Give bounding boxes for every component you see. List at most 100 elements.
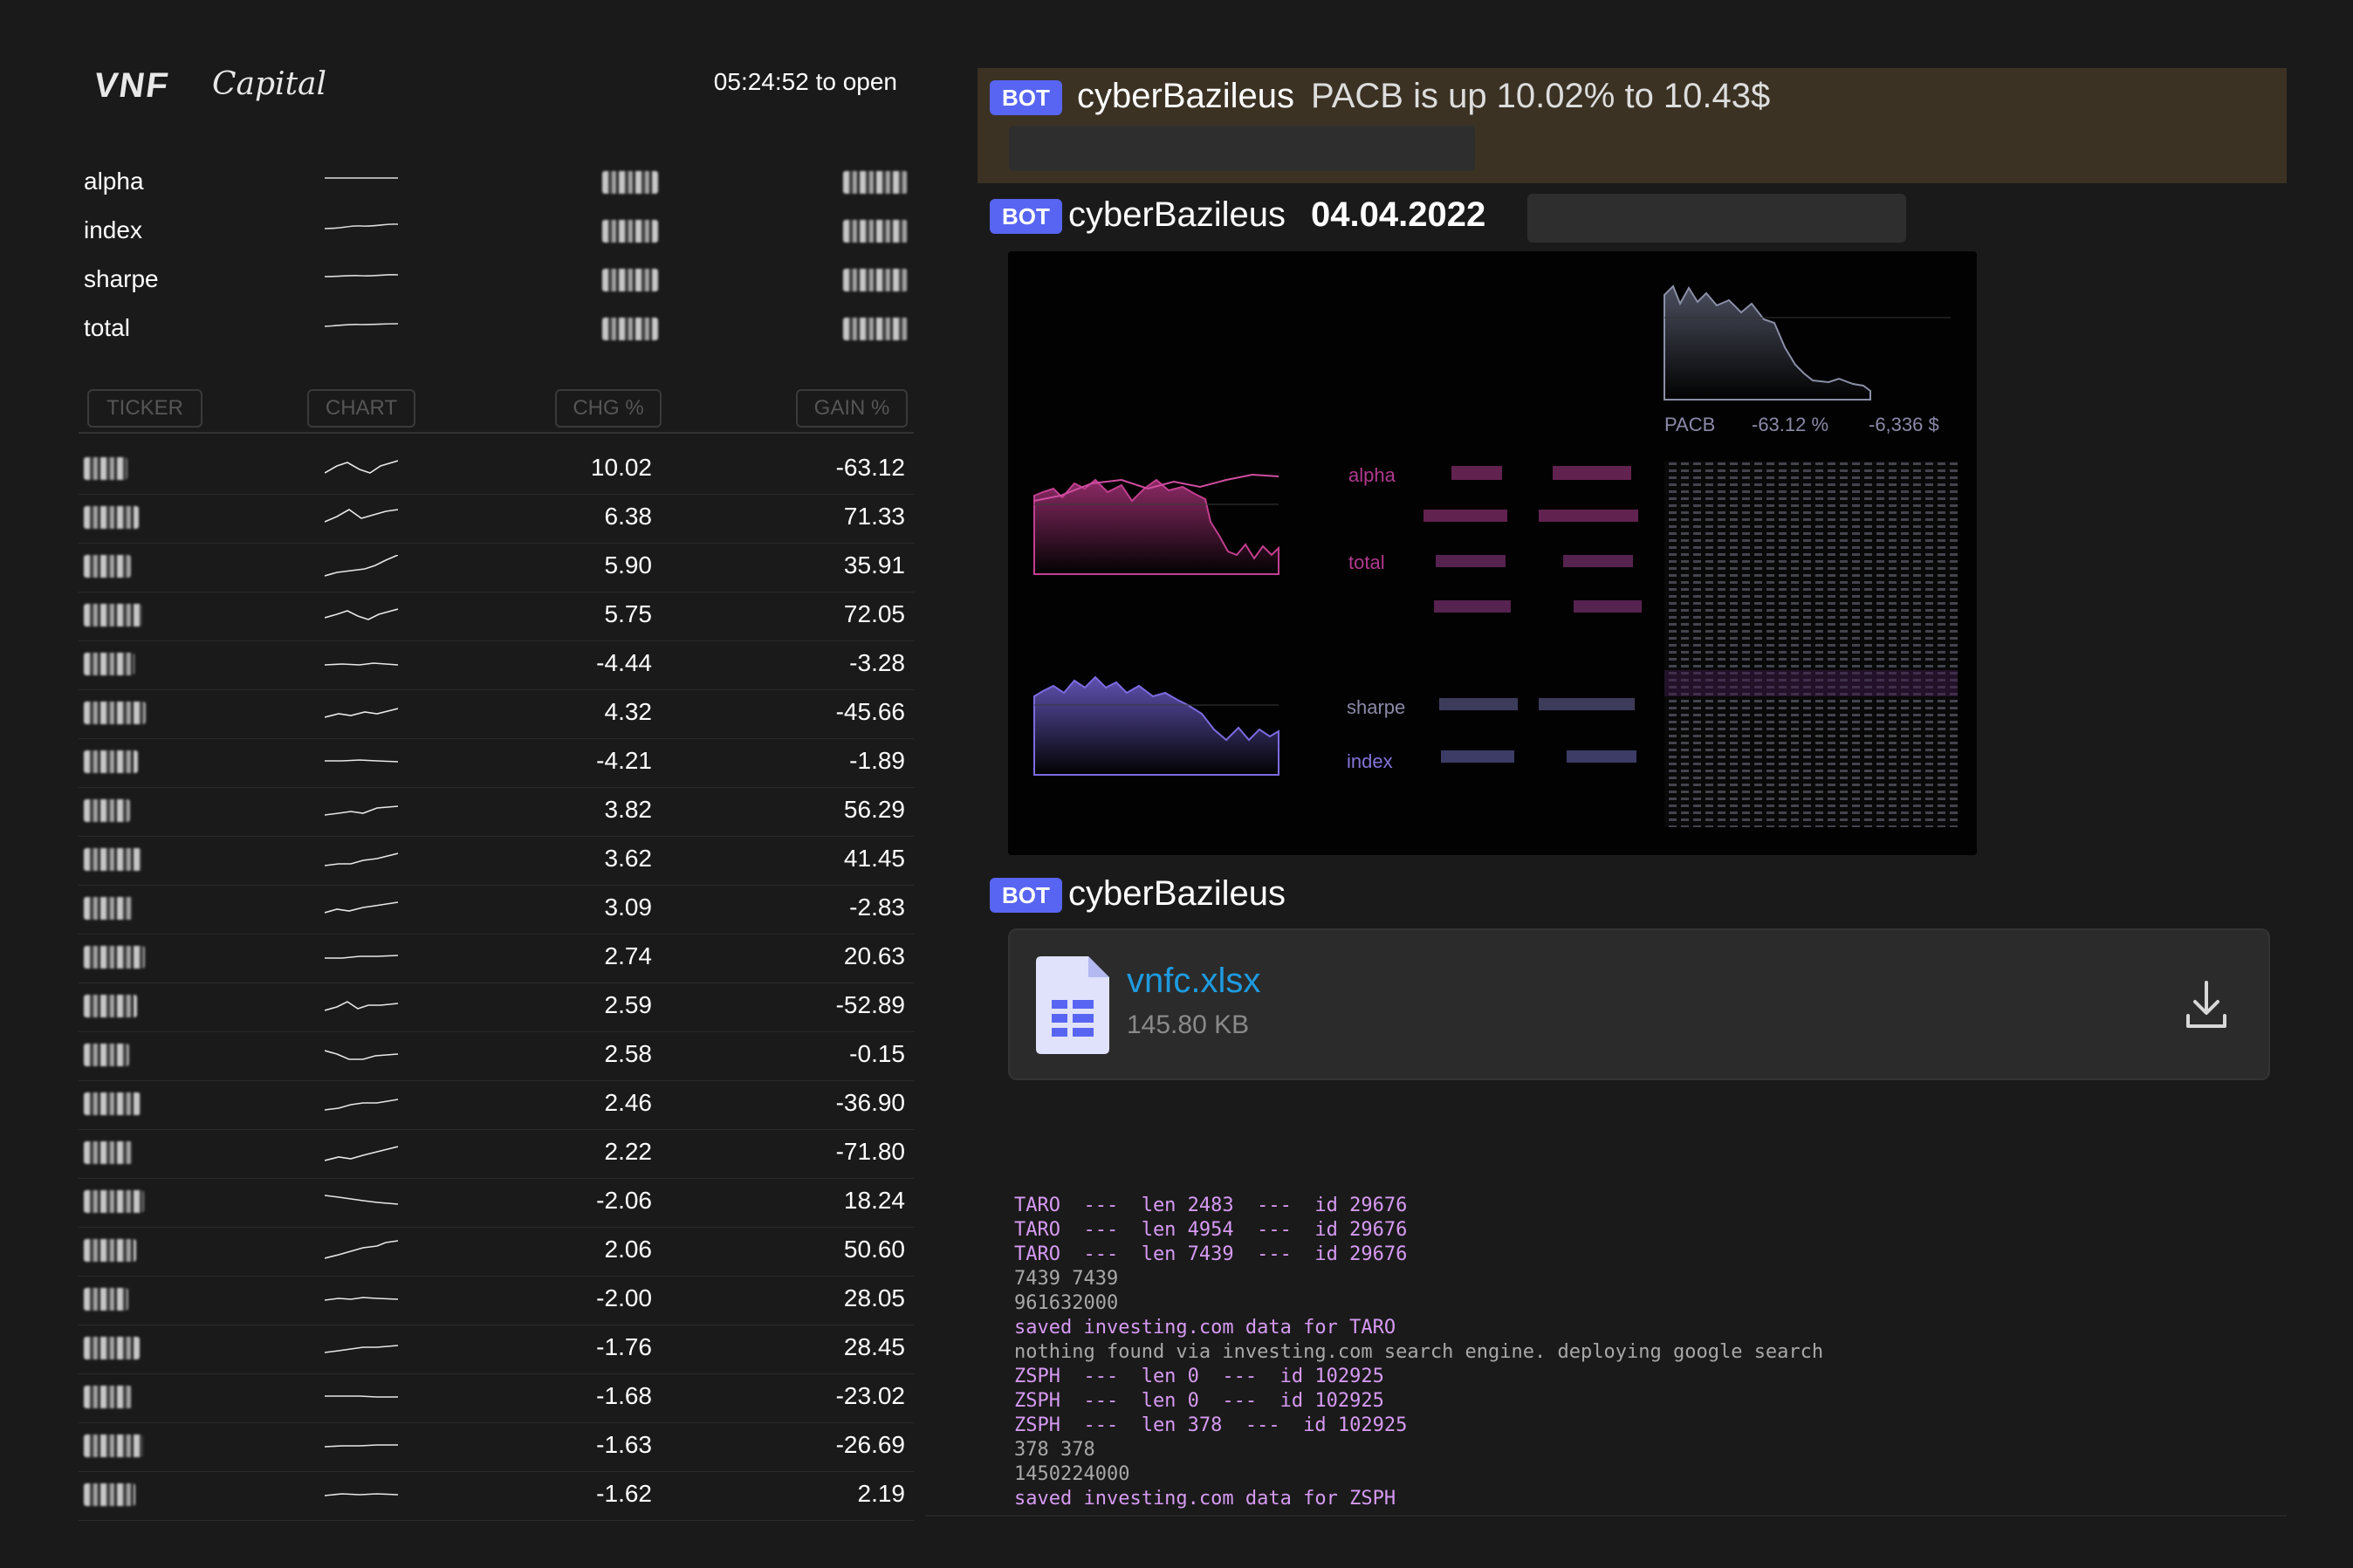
stat-row-total: total [84, 307, 909, 356]
table-header: TICKER CHART CHG % GAIN % [84, 389, 909, 428]
table-row[interactable]: 2.74 20.63 [79, 934, 914, 983]
table-row[interactable]: -1.62 2.19 [79, 1471, 914, 1521]
spreadsheet-file-icon [1036, 956, 1109, 1054]
table-row[interactable]: 5.75 72.05 [79, 592, 914, 641]
table-row[interactable]: -4.44 -3.28 [79, 640, 914, 690]
table-row[interactable]: 3.09 -2.83 [79, 885, 914, 935]
table-row[interactable]: 10.02 -63.12 [79, 445, 914, 495]
row-sparkline [325, 509, 398, 523]
gain-value: 56.29 [843, 796, 905, 823]
chg-value: 6.38 [604, 503, 653, 530]
stat-label: alpha [84, 168, 144, 195]
chg-value: -2.06 [596, 1187, 652, 1214]
row-sparkline [325, 1240, 398, 1259]
table-row[interactable]: 2.06 50.60 [79, 1227, 914, 1277]
table-row[interactable]: 3.62 41.45 [79, 836, 914, 886]
ticker-column-header[interactable]: TICKER [87, 389, 202, 428]
chg-value: -1.76 [596, 1333, 652, 1360]
redacted-value [843, 318, 908, 340]
chg-value: -1.68 [596, 1382, 652, 1409]
gain-value: -63.12 [835, 454, 905, 481]
row-sparkline [325, 555, 398, 577]
table-row[interactable]: -2.00 28.05 [79, 1276, 914, 1325]
gain-value: -26.69 [835, 1431, 905, 1458]
table-row[interactable]: 6.38 71.33 [79, 494, 914, 544]
console-line: 1450224000 [1014, 1463, 1130, 1485]
table-row[interactable]: -2.06 18.24 [79, 1178, 914, 1228]
table-row[interactable]: -1.63 -26.69 [79, 1422, 914, 1472]
username[interactable]: cyberBazileus [1077, 77, 1294, 116]
redacted-ticker [84, 897, 134, 920]
file-name-link[interactable]: vnfc.xlsx [1127, 962, 1260, 1001]
pacb-area [1664, 284, 1871, 401]
table-row[interactable]: -1.76 28.45 [79, 1325, 914, 1374]
console-line: ZSPH --- len 0 --- id 102925 [1014, 1366, 1384, 1387]
table-row[interactable]: 2.46 -36.90 [79, 1080, 914, 1130]
holdings-table-blurred [1664, 461, 1958, 827]
table-row[interactable]: -1.68 -23.02 [79, 1373, 914, 1423]
gain-value: -2.83 [849, 894, 905, 921]
redacted-value [602, 318, 658, 340]
stat-row-index: index [84, 209, 909, 258]
gain-value: -0.15 [849, 1040, 905, 1067]
row-sparkline [325, 1345, 398, 1353]
chg-value: -4.44 [596, 649, 652, 676]
redacted-value [843, 220, 908, 243]
redacted-value [843, 269, 908, 291]
stat-row-sharpe: sharpe [84, 258, 909, 307]
table-row[interactable]: 2.22 -71.80 [79, 1129, 914, 1179]
username[interactable]: cyberBazileus [1068, 195, 1286, 235]
stat-sparkline [325, 323, 398, 327]
gain-value: 28.05 [843, 1284, 905, 1311]
redacted-ticker [84, 1483, 135, 1506]
row-sparkline [325, 1146, 398, 1161]
alpha-legend: alpha [1348, 464, 1396, 486]
chg-value: -1.62 [596, 1480, 652, 1507]
chg-value: 2.59 [604, 991, 653, 1018]
row-sparkline [325, 955, 398, 959]
redacted-ticker [84, 1434, 143, 1457]
gain-column-header[interactable]: GAIN % [796, 389, 908, 428]
report-chart-image[interactable]: PACB -63.12 % -6,336 $ alpha total sharp… [1008, 251, 1977, 855]
table-row[interactable]: 5.90 35.91 [79, 543, 914, 592]
redacted-value [843, 171, 908, 194]
redacted-block [1527, 194, 1906, 243]
table-row[interactable]: 4.32 -45.66 [79, 689, 914, 739]
chg-value: 2.06 [604, 1236, 653, 1263]
console-line: 961632000 [1014, 1292, 1119, 1314]
table-row[interactable]: 2.59 -52.89 [79, 983, 914, 1032]
table-row[interactable]: 2.58 -0.15 [79, 1031, 914, 1081]
row-sparkline [325, 1395, 398, 1398]
console-line: 7439 7439 [1014, 1268, 1119, 1290]
chg-value: 5.75 [604, 600, 653, 627]
chg-value: 2.46 [604, 1089, 653, 1116]
chg-column-header[interactable]: CHG % [555, 389, 662, 428]
table-row[interactable]: -4.21 -1.89 [79, 738, 914, 788]
chg-value: 2.74 [604, 942, 653, 969]
redacted-ticker [84, 1288, 128, 1311]
sharpe-legend: sharpe [1347, 696, 1405, 718]
table-row[interactable]: 3.82 56.29 [79, 787, 914, 837]
chg-value: 2.22 [604, 1138, 653, 1165]
redacted-ticker [84, 750, 138, 773]
gain-value: -36.90 [835, 1089, 905, 1116]
log-console: TARO --- len 2483 --- id 29676 TARO --- l… [1014, 1194, 2271, 1517]
gain-value: -52.89 [835, 991, 905, 1018]
redacted-ticker [84, 946, 145, 969]
gain-value: 35.91 [843, 551, 905, 579]
row-sparkline [325, 608, 398, 620]
username[interactable]: cyberBazileus [1068, 874, 1286, 914]
redacted-ticker [84, 1190, 144, 1213]
console-line: TARO --- len 4954 --- id 29676 [1014, 1219, 1408, 1241]
chart-column-header[interactable]: CHART [307, 389, 415, 428]
row-sparkline [325, 662, 398, 666]
redacted-ticker [84, 457, 127, 480]
redacted-ticker [84, 1337, 140, 1359]
redacted-value [602, 269, 658, 291]
download-icon[interactable] [2185, 981, 2228, 1031]
console-line: TARO --- len 7439 --- id 29676 [1014, 1243, 1408, 1265]
vnf-capital-logo: VNF Capital [92, 61, 326, 113]
alpha-total-area [1033, 478, 1279, 575]
row-sparkline [325, 1195, 398, 1205]
pacb-ticker-label: PACB [1664, 414, 1715, 435]
